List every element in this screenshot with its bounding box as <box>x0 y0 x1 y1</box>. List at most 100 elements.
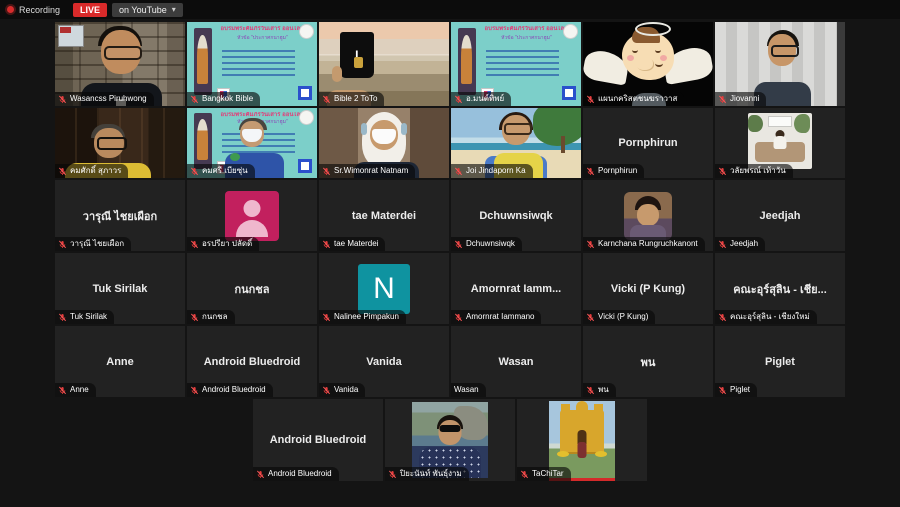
muted-mic-icon <box>322 313 331 322</box>
gallery-row: Wasancss Piruhwongอบรมพระคัมภีร์วันเสาร์… <box>0 22 900 106</box>
participant-name-text: วารุณี ไชยเผือก <box>70 239 124 249</box>
participant-tile[interactable]: Karnchana Rungruchkanont <box>583 180 713 251</box>
participant-name-text: อรปรียา ปลัดดิ์ <box>202 239 252 249</box>
participant-name-label: อรปรียา ปลัดดิ์ <box>187 237 259 251</box>
participant-name-text: Bible 2 ToTo <box>334 94 377 104</box>
participant-name-label: Dchuwnsiwqk <box>451 237 522 251</box>
participant-tile[interactable]: NNalinee Pimpakun <box>319 253 449 324</box>
participant-name-text: Bangkok Bible <box>202 94 253 104</box>
participant-name-text: Android Bluedroid <box>202 385 266 395</box>
participant-name-label: คมศักดิ์ สุภาวร <box>55 164 128 178</box>
participant-name-label: TaChiTar <box>517 467 571 481</box>
participant-name-label: คมศรี เบียซุ่น <box>187 164 255 178</box>
qr-code-pattern <box>301 162 309 170</box>
muted-mic-icon <box>586 240 595 249</box>
participant-tile[interactable]: JeedjahJeedjah <box>715 180 845 251</box>
participant-name-text: ปิยะนันท์ พันธุ์งาม <box>400 469 462 479</box>
muted-mic-icon <box>322 386 331 395</box>
participant-name-label: Piglet <box>715 383 757 397</box>
participant-tile[interactable]: DchuwnsiwqkDchuwnsiwqk <box>451 180 581 251</box>
participant-tile[interactable]: อบรมพระคัมภีร์วันเสาร์ ออนไลน์หัวข้อ "ปร… <box>187 108 317 178</box>
poster-subtitle: หัวข้อ "ประกาศกนาฮูม" <box>221 35 304 41</box>
avatar-letter: N <box>373 274 395 304</box>
participant-name-text: Dchuwnsiwqk <box>466 239 515 249</box>
participant-tile[interactable]: AnneAnne <box>55 326 185 397</box>
cup-emblem <box>354 57 363 68</box>
participant-name-label: Bangkok Bible <box>187 92 260 106</box>
smile <box>655 60 663 67</box>
muted-mic-icon <box>454 95 463 104</box>
muted-mic-icon <box>58 167 67 176</box>
participant-name-text: Jeedjah <box>730 239 758 249</box>
participant-tile[interactable]: Tuk SirilakTuk Sirilak <box>55 253 185 324</box>
participant-name-label: Amornrat Iammano <box>451 310 541 324</box>
participant-tile[interactable]: VanidaVanida <box>319 326 449 397</box>
participant-name-text: อ.มนต์ทิพย์ <box>466 94 504 104</box>
participant-tile[interactable]: Amornrat Iamm...Amornrat Iammano <box>451 253 581 324</box>
poster-text-lines <box>222 47 295 76</box>
participant-name-label: คณะอุร์สุลิน - เชียงใหม่ <box>715 310 817 324</box>
flowers-left <box>557 451 569 457</box>
recording-label: Recording <box>19 5 60 15</box>
participant-tile[interactable]: IBible 2 ToTo <box>319 22 449 106</box>
plant-left <box>748 115 763 132</box>
participant-name-label: Android Bluedroid <box>253 467 339 481</box>
youtube-stream-dropdown[interactable]: on YouTube ▾ <box>112 3 183 17</box>
glasses <box>504 123 532 135</box>
participant-tile[interactable]: Joi Jindaporn Ka <box>451 108 581 178</box>
participant-name-label: แผนกคริสตชนฆราวาส <box>583 92 684 106</box>
poster-text-lines <box>486 47 559 76</box>
participant-tile[interactable]: วารุณี ไชยเผือกวารุณี ไชยเผือก <box>55 180 185 251</box>
participant-tile[interactable]: Vicki (P Kung)Vicki (P Kung) <box>583 253 713 324</box>
participant-tile[interactable]: Wasancss Piruhwong <box>55 22 185 106</box>
participant-name-label: พน <box>583 383 616 397</box>
participant-tile[interactable]: Android BluedroidAndroid Bluedroid <box>187 326 317 397</box>
meeting-topbar: Recording LIVE on YouTube ▾ <box>0 0 900 19</box>
haze <box>319 54 449 62</box>
participant-tile[interactable]: คณะอุร์สุลิน - เชีย...คณะอุร์สุลิน - เชี… <box>715 253 845 324</box>
chevron-down-icon: ▾ <box>172 5 176 14</box>
participant-tile[interactable]: TaChiTar <box>517 399 647 481</box>
participant-tile[interactable]: พนพน <box>583 326 713 397</box>
muted-mic-icon <box>190 95 199 104</box>
muted-mic-icon <box>190 313 199 322</box>
thumb <box>332 66 342 82</box>
live-badge[interactable]: LIVE <box>73 3 107 17</box>
participant-tile[interactable]: แผนกคริสตชนฆราวาส <box>583 22 713 106</box>
stream-label: on YouTube <box>119 5 167 15</box>
poster-logo <box>300 111 313 124</box>
participant-tile[interactable]: กนกชลกนกชล <box>187 253 317 324</box>
participant-tile[interactable]: PornphirunPornphirun <box>583 108 713 178</box>
participant-name-label: Wasan <box>451 383 486 397</box>
participant-tile[interactable]: Android BluedroidAndroid Bluedroid <box>253 399 383 481</box>
participant-name-label: Karnchana Rungruchkanont <box>583 237 705 251</box>
participant-tile[interactable]: tae Materdeitae Materdei <box>319 180 449 251</box>
participant-tile[interactable]: WasanWasan <box>451 326 581 397</box>
muted-mic-icon <box>586 167 595 176</box>
participant-tile[interactable]: Jiovanni <box>715 22 845 106</box>
muted-mic-icon <box>388 470 397 479</box>
tree-trunk <box>561 136 565 153</box>
tower-left <box>561 404 570 420</box>
poster-title: อบรมพระคัมภีร์วันเสาร์ ออนไลน์ <box>478 26 574 33</box>
muted-mic-icon <box>718 240 727 249</box>
participant-gallery: Wasancss Piruhwongอบรมพระคัมภีร์วันเสาร์… <box>0 22 900 481</box>
participant-tile[interactable]: อรปรียา ปลัดดิ์ <box>187 180 317 251</box>
participant-name-label: Jiovanni <box>715 92 766 106</box>
participant-tile[interactable]: วลัยพรณ์ เท้าวัน <box>715 108 845 178</box>
participant-name-label: Vanida <box>319 383 365 397</box>
muted-mic-icon <box>718 167 727 176</box>
participant-name-text: วลัยพรณ์ เท้าวัน <box>730 166 786 176</box>
participant-tile[interactable]: PigletPiglet <box>715 326 845 397</box>
participant-tile[interactable]: อบรมพระคัมภีร์วันเสาร์ ออนไลน์หัวข้อ "ปร… <box>451 22 581 106</box>
participant-tile[interactable]: อบรมพระคัมภีร์วันเสาร์ ออนไลน์หัวข้อ "ปร… <box>187 22 317 106</box>
muted-mic-icon <box>454 240 463 249</box>
poster-title: อบรมพระคัมภีร์วันเสาร์ ออนไลน์ <box>214 26 310 33</box>
participant-tile[interactable]: ปิยะนันท์ พันธุ์งาม <box>385 399 515 481</box>
participant-tile[interactable]: คมศักดิ์ สุภาวร <box>55 108 185 178</box>
recording-dot-icon <box>7 6 14 13</box>
muted-mic-icon <box>190 167 199 176</box>
gallery-row: Tuk SirilakTuk SirilakกนกชลกนกชลNNalinee… <box>0 253 900 324</box>
tree <box>533 108 581 146</box>
participant-tile[interactable]: Sr.Wimonrat Natnam <box>319 108 449 178</box>
